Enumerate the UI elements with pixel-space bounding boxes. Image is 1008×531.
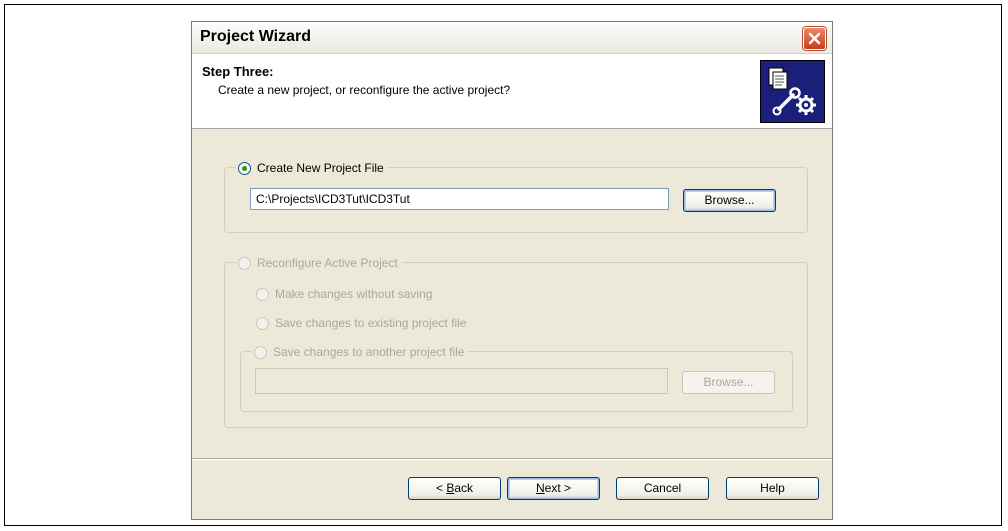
another-browse-button[interactable]: Browse... <box>682 371 775 394</box>
create-new-radio[interactable] <box>238 161 251 175</box>
step-description: Create a new project, or reconfigure the… <box>218 83 511 97</box>
close-button[interactable] <box>803 27 826 50</box>
create-new-label: Create New Project File <box>257 161 384 175</box>
another-path-input[interactable] <box>255 368 668 394</box>
step-title: Step Three: <box>202 64 274 79</box>
project-settings-icon <box>760 60 825 123</box>
help-button[interactable]: Help <box>726 477 819 500</box>
reconfigure-label: Reconfigure Active Project <box>257 256 398 270</box>
title-bar[interactable]: Project Wizard <box>192 22 832 54</box>
save-existing-label: Save changes to existing project file <box>275 316 467 330</box>
make-changes-label: Make changes without saving <box>275 287 433 301</box>
make-changes-radio[interactable] <box>256 287 269 301</box>
back-rest: ack <box>454 481 474 495</box>
save-another-option[interactable]: Save changes to another project file <box>252 345 469 359</box>
close-icon <box>808 32 821 45</box>
project-wizard-dialog: Project Wizard Step Three: Create a new … <box>191 21 833 520</box>
project-path-input[interactable] <box>250 188 669 210</box>
next-button[interactable]: Next > <box>507 477 600 500</box>
footer-separator <box>192 458 832 460</box>
save-existing-option[interactable]: Save changes to existing project file <box>256 316 466 330</box>
next-mnemonic: N <box>535 481 545 495</box>
create-browse-button[interactable]: Browse... <box>683 189 776 212</box>
back-button[interactable]: < Back <box>408 477 501 500</box>
make-changes-option[interactable]: Make changes without saving <box>256 287 432 301</box>
cancel-button[interactable]: Cancel <box>616 477 709 500</box>
save-another-label: Save changes to another project file <box>273 345 465 359</box>
back-prefix: < <box>435 481 447 495</box>
create-new-option[interactable]: Create New Project File <box>236 161 388 175</box>
save-another-radio[interactable] <box>254 345 267 359</box>
next-rest: ext > <box>544 481 572 495</box>
save-existing-radio[interactable] <box>256 316 269 330</box>
wizard-header: Step Three: Create a new project, or rec… <box>192 54 832 129</box>
dialog-title: Project Wizard <box>200 28 311 45</box>
reconfigure-option[interactable]: Reconfigure Active Project <box>236 256 402 270</box>
reconfigure-radio[interactable] <box>238 256 251 270</box>
